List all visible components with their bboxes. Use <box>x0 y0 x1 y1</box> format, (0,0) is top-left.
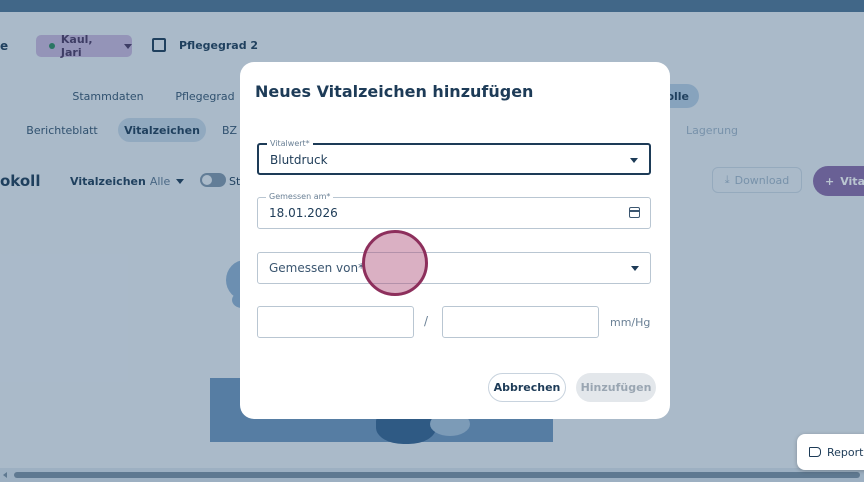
megaphone-icon <box>809 447 821 457</box>
vitalwert-value: Blutdruck <box>270 153 328 167</box>
gemessen-von-placeholder: Gemessen von* <box>269 261 365 275</box>
gemessen-am-label: Gemessen am* <box>266 191 334 203</box>
chevron-down-icon <box>630 158 638 163</box>
vitalwert-label: Vitalwert* <box>267 138 313 150</box>
add-vital-dialog: Neues Vitalzeichen hinzufügen Vitalwert*… <box>240 62 670 419</box>
cancel-button[interactable]: Abbrechen <box>488 373 566 402</box>
vitalwert-select[interactable]: Vitalwert* Blutdruck <box>257 138 651 175</box>
unit-label: mm/Hg <box>610 316 651 329</box>
diastolic-input[interactable] <box>442 306 599 338</box>
report-button[interactable]: Report a <box>797 434 864 470</box>
gemessen-am-value: 18.01.2026 <box>269 206 338 220</box>
gemessen-am-field[interactable]: Gemessen am* 18.01.2026 <box>257 191 651 229</box>
click-indicator <box>362 230 428 296</box>
gemessen-von-select[interactable]: Gemessen von* <box>257 252 651 284</box>
bp-separator: / <box>424 314 429 328</box>
calendar-icon[interactable] <box>629 207 640 218</box>
add-button[interactable]: Hinzufügen <box>576 373 656 402</box>
chevron-down-icon <box>631 266 639 271</box>
systolic-input[interactable] <box>257 306 414 338</box>
dialog-title: Neues Vitalzeichen hinzufügen <box>255 82 534 101</box>
report-label: Report a <box>827 445 864 459</box>
